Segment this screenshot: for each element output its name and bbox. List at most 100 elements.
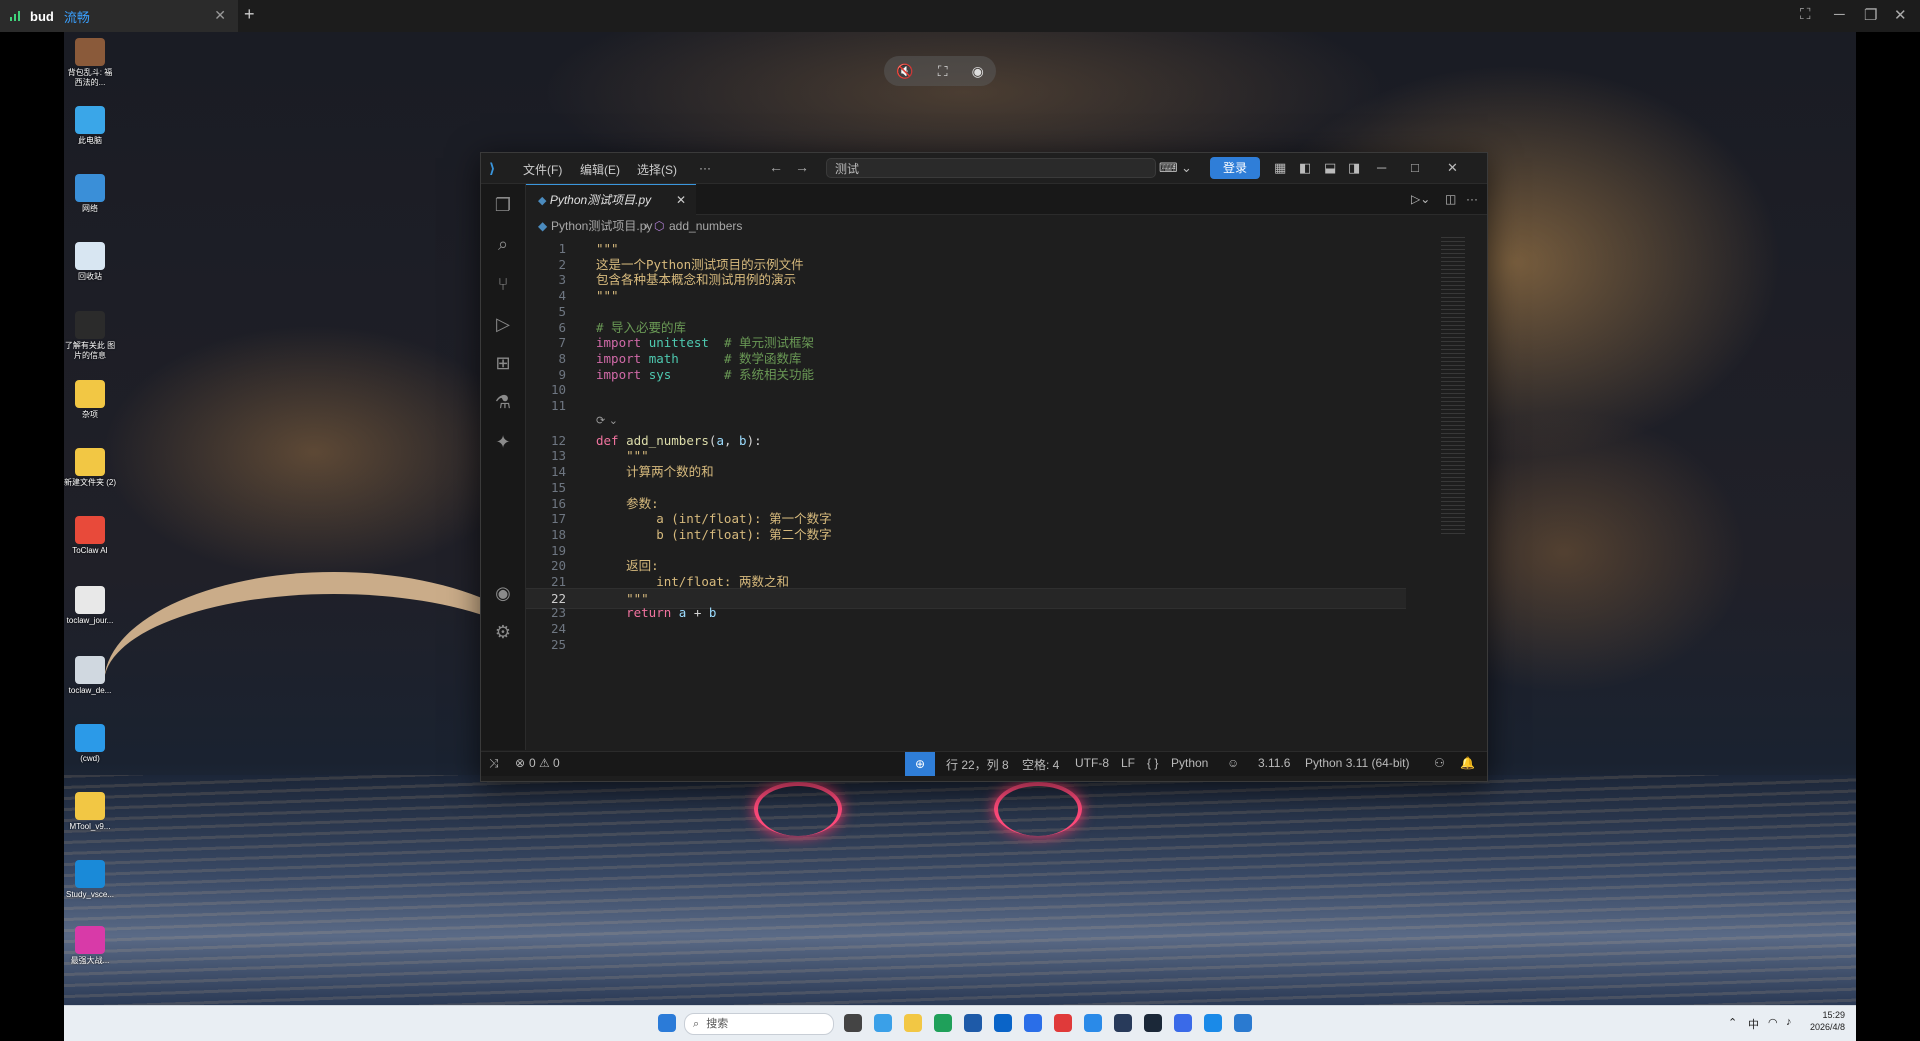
- file-explorer-icon[interactable]: [904, 1014, 922, 1032]
- desktop-icon[interactable]: Study_vsce...: [64, 860, 116, 900]
- run-python-file-icon[interactable]: ▷⌄: [1411, 192, 1430, 206]
- menu-more[interactable]: ···: [699, 161, 711, 175]
- feedback-icon[interactable]: ⚇: [1434, 756, 1445, 770]
- copilot-status-icon[interactable]: ☺: [1227, 756, 1239, 770]
- close-tab-icon[interactable]: ✕: [214, 7, 226, 24]
- zoom-icon[interactable]: ⊕: [905, 752, 935, 776]
- desktop-icon[interactable]: toclaw_jour...: [64, 586, 116, 626]
- edge-icon[interactable]: [934, 1014, 952, 1032]
- forward-arrow-icon[interactable]: →: [795, 159, 809, 175]
- app-icon[interactable]: [1204, 1014, 1222, 1032]
- cursor-position[interactable]: 行 22，列 8: [946, 756, 1009, 773]
- desktop-icon[interactable]: 最强大战...: [64, 926, 116, 966]
- minimize-icon[interactable]: ─: [1377, 160, 1386, 175]
- indentation[interactable]: 空格: 4: [1022, 756, 1059, 773]
- source-control-icon[interactable]: ⑂: [491, 272, 515, 296]
- menu-file[interactable]: 文件(F): [523, 161, 562, 178]
- language-mode[interactable]: Python: [1171, 756, 1208, 770]
- close-icon[interactable]: ✕: [1447, 160, 1458, 176]
- minimap[interactable]: [1441, 237, 1465, 537]
- python-version-short[interactable]: 3.11.6: [1258, 756, 1290, 770]
- chevron-down-icon[interactable]: ⌄: [1181, 160, 1192, 176]
- menu-edit[interactable]: 编辑(E): [580, 161, 620, 178]
- desktop-icon[interactable]: ToClaw AI: [64, 516, 116, 556]
- desktop-icon[interactable]: toclaw_de...: [64, 656, 116, 696]
- mute-icon[interactable]: 🔇: [896, 63, 913, 80]
- warning-icon[interactable]: ⚠: [539, 756, 550, 770]
- store-icon[interactable]: [964, 1014, 982, 1032]
- copilot-chat-icon[interactable]: ⌨: [1159, 160, 1178, 176]
- toggle-secondary-sidebar-icon[interactable]: ◨: [1348, 160, 1360, 176]
- error-count[interactable]: 0: [529, 756, 536, 770]
- volume-icon[interactable]: ♪: [1786, 1016, 1792, 1028]
- desktop-icon[interactable]: 了解有关此 图片的信息: [64, 311, 116, 361]
- search-icon[interactable]: ⌕: [491, 232, 515, 256]
- todo-icon[interactable]: [1024, 1014, 1042, 1032]
- close-tab-icon[interactable]: ✕: [676, 185, 686, 215]
- desktop-icon[interactable]: (cwd): [64, 724, 116, 764]
- wifi-icon[interactable]: ◠: [1768, 1016, 1778, 1029]
- codelens[interactable]: ⟳ ⌄: [596, 414, 618, 428]
- copilot-icon[interactable]: ✦: [491, 430, 515, 454]
- remote-toolbar[interactable]: 🔇 ⛶ ◉: [884, 56, 996, 86]
- testing-icon[interactable]: ⚗: [491, 390, 515, 414]
- split-editor-icon[interactable]: ◫: [1445, 192, 1456, 206]
- customize-layout-icon[interactable]: ▦: [1274, 160, 1286, 176]
- tab-python-file[interactable]: ◆ Python测试项目.py ✕: [526, 184, 696, 215]
- toggle-sidebar-icon[interactable]: ◧: [1299, 160, 1311, 176]
- start-icon[interactable]: [658, 1014, 676, 1032]
- python-interpreter[interactable]: Python 3.11 (64-bit): [1305, 756, 1410, 770]
- browser-icon[interactable]: [1174, 1014, 1192, 1032]
- login-button[interactable]: 登录: [1210, 157, 1260, 179]
- error-icon[interactable]: ⊗: [515, 756, 525, 770]
- breadcrumb-symbol[interactable]: add_numbers: [669, 215, 742, 237]
- desktop-icon[interactable]: 网络: [64, 174, 116, 214]
- system-clock[interactable]: 15:29 2026/4/8: [1810, 1009, 1845, 1033]
- close-window-icon[interactable]: ✕: [1894, 6, 1907, 24]
- widgets-icon[interactable]: [874, 1014, 892, 1032]
- desktop-icon[interactable]: 回收站: [64, 242, 116, 282]
- code-line[interactable]: 11: [526, 396, 1406, 415]
- expand-icon[interactable]: ⛶: [938, 63, 948, 80]
- desktop-icon[interactable]: 背包乱斗: 福西法的...: [64, 38, 116, 88]
- wps-icon[interactable]: [1054, 1014, 1072, 1032]
- maximize-icon[interactable]: □: [1411, 160, 1419, 175]
- desktop-icon[interactable]: 新建文件夹 (2): [64, 448, 116, 488]
- bell-icon[interactable]: 🔔: [1460, 756, 1475, 770]
- minimize-icon[interactable]: ─: [1834, 6, 1845, 23]
- run-debug-icon[interactable]: ▷: [491, 312, 515, 336]
- extensions-icon[interactable]: ⊞: [491, 351, 515, 375]
- eye-icon[interactable]: ◉: [972, 63, 984, 80]
- settings-gear-icon[interactable]: ⚙: [491, 620, 515, 644]
- back-arrow-icon[interactable]: ←: [769, 159, 783, 175]
- code-line[interactable]: 25: [526, 635, 1406, 654]
- toggle-panel-icon[interactable]: ⬓: [1324, 160, 1336, 176]
- vscode-taskbar-icon[interactable]: [1234, 1014, 1252, 1032]
- desktop-icon[interactable]: MTool_v9...: [64, 792, 116, 832]
- steam-icon[interactable]: [1144, 1014, 1162, 1032]
- encoding[interactable]: UTF-8: [1075, 756, 1109, 770]
- remote-indicator-icon[interactable]: ⤨: [489, 756, 499, 771]
- explorer-icon[interactable]: ❐: [491, 193, 515, 217]
- taskbar-search[interactable]: ⌕ 搜索: [684, 1013, 834, 1035]
- fullscreen-icon[interactable]: ⛶: [1800, 6, 1811, 23]
- desktop-icon[interactable]: 此电脑: [64, 106, 116, 146]
- more-actions-icon[interactable]: ···: [1466, 192, 1478, 206]
- warning-count[interactable]: 0: [553, 756, 560, 770]
- feishu-icon[interactable]: [1084, 1014, 1102, 1032]
- breadcrumb-file[interactable]: Python测试项目.py: [551, 215, 652, 237]
- restore-icon[interactable]: ❐: [1864, 6, 1877, 24]
- task-view-icon[interactable]: [844, 1014, 862, 1032]
- code-editor[interactable]: 1 """ 2 这是一个Python测试项目的示例文件 3 包含各种基本概念和测试用例的演…: [526, 237, 1487, 749]
- bitwarden-icon[interactable]: [1114, 1014, 1132, 1032]
- new-tab-button[interactable]: +: [244, 4, 255, 25]
- line-ending[interactable]: LF: [1121, 756, 1135, 770]
- chevron-up-icon[interactable]: ⌃: [1728, 1016, 1737, 1029]
- viewer-session-tab[interactable]: bud 流畅 ✕: [0, 0, 238, 32]
- desktop-icon[interactable]: 杂项: [64, 380, 116, 420]
- account-icon[interactable]: ◉: [491, 581, 515, 605]
- outlook-icon[interactable]: [994, 1014, 1012, 1032]
- command-center-search[interactable]: 测试: [826, 158, 1156, 178]
- ime-indicator[interactable]: 中: [1748, 1016, 1759, 1032]
- menu-selection[interactable]: 选择(S): [637, 161, 677, 178]
